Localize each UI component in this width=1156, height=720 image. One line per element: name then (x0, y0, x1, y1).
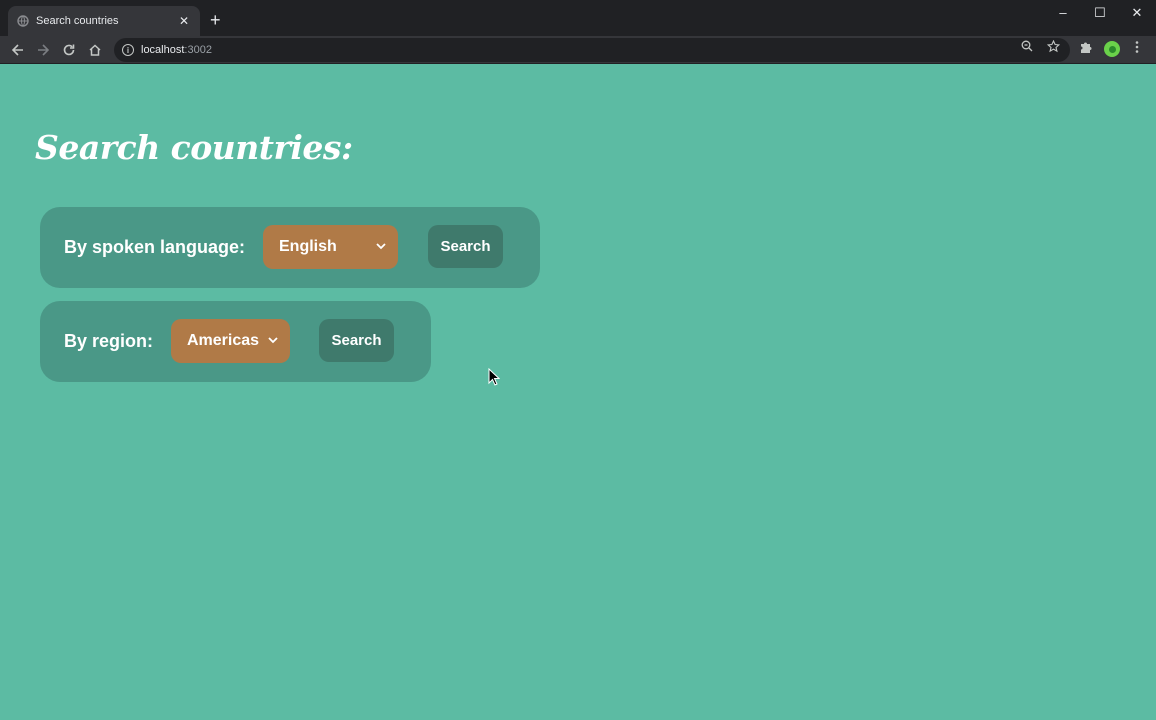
info-icon[interactable]: i (122, 44, 134, 56)
zoom-icon[interactable] (1021, 40, 1033, 55)
close-tab-icon[interactable]: ✕ (176, 14, 192, 28)
bookmark-star-icon[interactable] (1046, 39, 1061, 56)
language-search-button[interactable]: Search (428, 225, 503, 268)
minimize-button[interactable]: – (1049, 4, 1077, 22)
browser-tab-bar: Search countries ✕ + – ☐ ✕ (0, 0, 1156, 36)
address-bar[interactable]: i localhost:3002 (114, 38, 1070, 62)
chevron-down-icon (376, 243, 386, 250)
profile-avatar[interactable] (1104, 41, 1120, 57)
url-text: localhost:3002 (141, 44, 212, 56)
maximize-button[interactable]: ☐ (1086, 4, 1114, 22)
browser-tab[interactable]: Search countries ✕ (8, 6, 200, 36)
region-select[interactable]: Americas (171, 319, 290, 363)
reload-icon[interactable] (59, 40, 79, 60)
new-tab-button[interactable]: + (210, 10, 221, 30)
back-icon[interactable] (8, 40, 28, 60)
language-select-value: English (279, 238, 337, 255)
close-window-button[interactable]: ✕ (1123, 4, 1151, 22)
home-icon[interactable] (85, 40, 105, 60)
menu-kebab-icon[interactable] (1134, 40, 1140, 57)
page-title: Search countries: (35, 128, 353, 167)
language-select[interactable]: English (263, 225, 398, 269)
mouse-cursor-icon (488, 368, 500, 386)
browser-toolbar: i localhost:3002 (0, 36, 1156, 64)
region-search-card: By region: Americas Search (40, 301, 431, 382)
region-label: By region: (64, 331, 154, 351)
tab-title: Search countries (36, 15, 119, 27)
forward-icon[interactable] (33, 40, 53, 60)
extensions-puzzle-icon[interactable] (1079, 40, 1093, 57)
globe-icon (16, 14, 30, 28)
language-search-card: By spoken language: English Search (40, 207, 540, 288)
region-search-button[interactable]: Search (319, 319, 394, 362)
language-label: By spoken language: (64, 237, 246, 257)
region-select-value: Americas (187, 332, 260, 349)
chevron-down-icon (268, 337, 278, 344)
